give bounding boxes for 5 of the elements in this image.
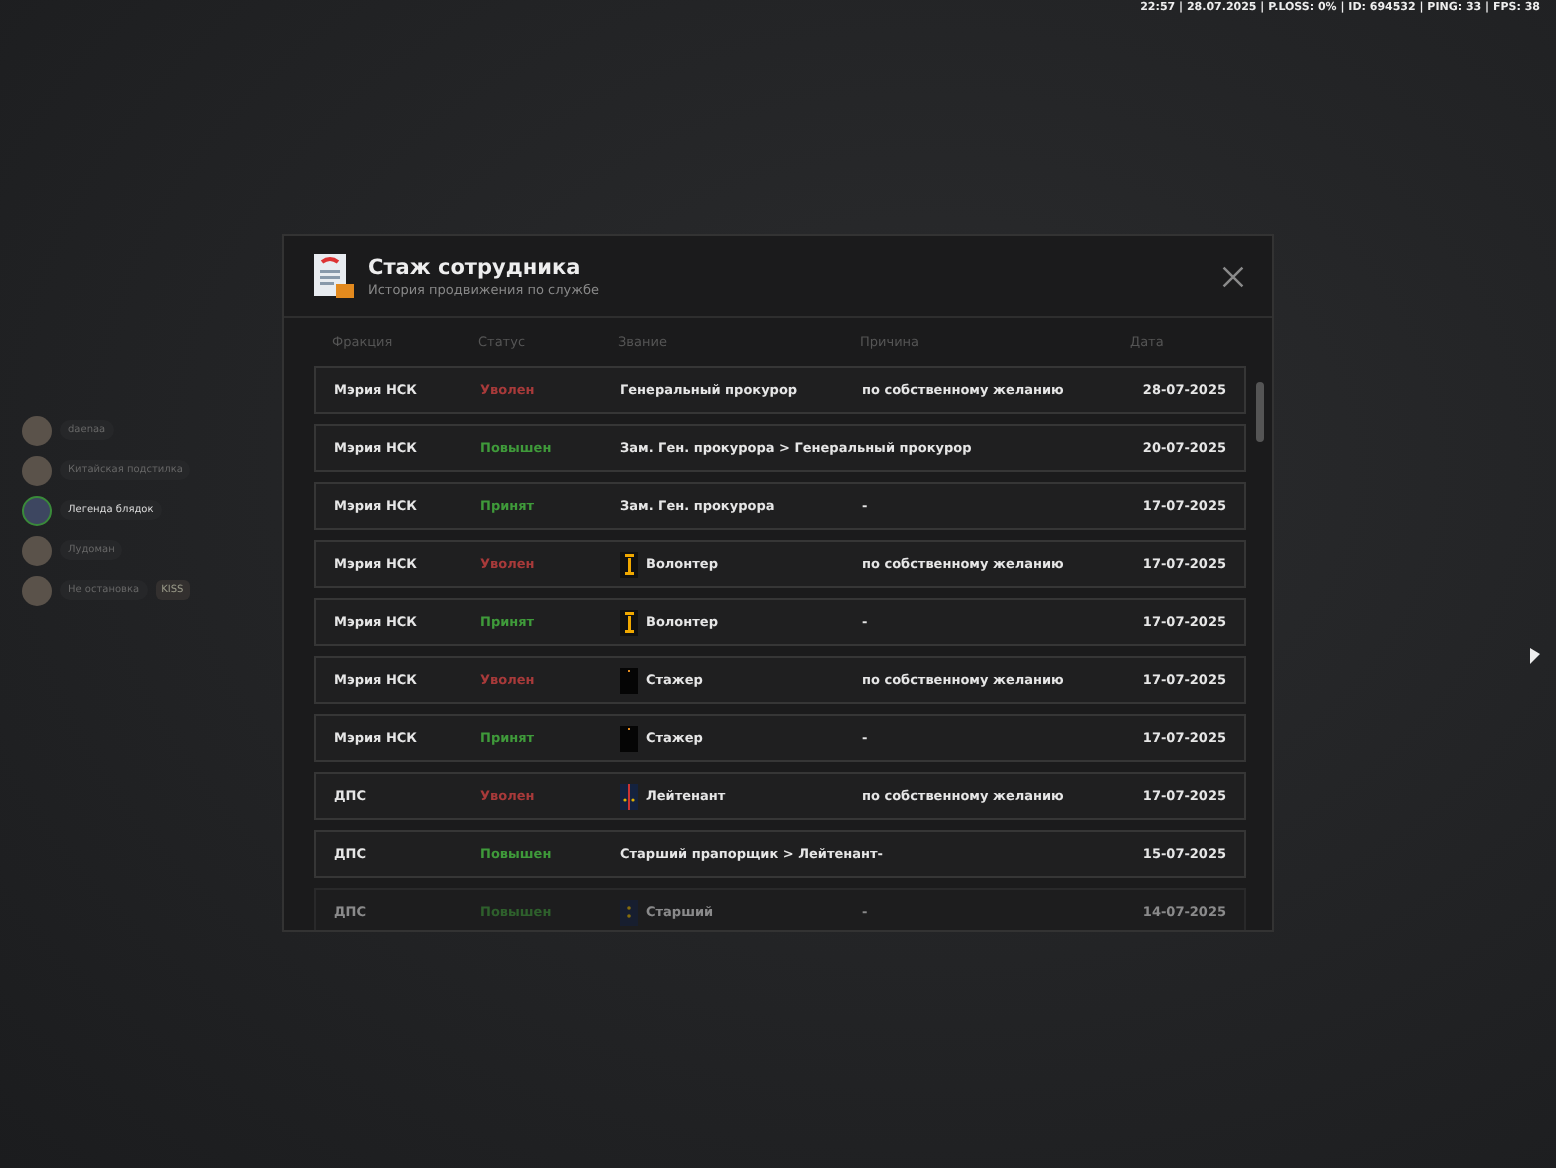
close-icon[interactable] [1222,265,1244,287]
dialog-title: Стаж сотрудника [368,255,583,279]
scrollbar-thumb[interactable] [1256,382,1264,442]
mouse-cursor-icon [1530,648,1540,664]
document-icon [312,252,356,300]
